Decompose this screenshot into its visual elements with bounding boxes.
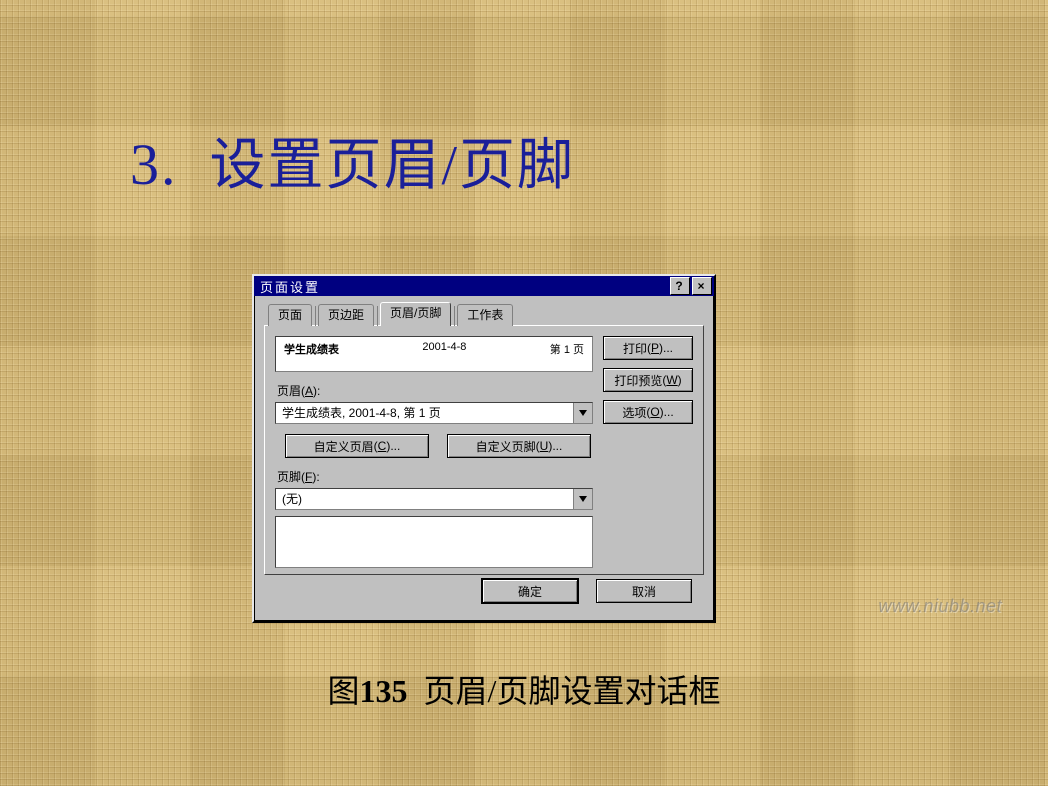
footer-combo-dropdown[interactable] — [573, 489, 592, 509]
close-icon: × — [697, 279, 706, 293]
cancel-button[interactable]: 取消 — [596, 579, 692, 603]
caption-number: 135 — [360, 673, 408, 709]
slide-heading: 3. 设置页眉/页脚 — [130, 120, 575, 201]
header-label: 页眉(A): — [277, 382, 593, 399]
dialog-titlebar[interactable]: 页面设置 ? × — [254, 276, 714, 296]
header-combobox[interactable]: 学生成绩表, 2001-4-8, 第 1 页 — [275, 402, 593, 424]
header-preview-left: 学生成绩表 — [284, 341, 339, 357]
custom-footer-button[interactable]: 自定义页脚(U)... — [447, 434, 591, 458]
tab-margins[interactable]: 页边距 — [318, 304, 374, 326]
dialog-title: 页面设置 — [260, 277, 320, 296]
tab-header-footer[interactable]: 页眉/页脚 — [380, 302, 451, 326]
page-setup-dialog: 页面设置 ? × 页面 页边距 页眉 — [252, 274, 716, 623]
chevron-down-icon — [579, 410, 587, 416]
custom-header-button[interactable]: 自定义页眉(C)... — [285, 434, 429, 458]
footer-combo-value: (无) — [276, 489, 573, 509]
figure-caption: 图135 页眉/页脚设置对话框 — [0, 666, 1048, 712]
tab-sheet[interactable]: 工作表 — [457, 304, 513, 326]
slide-background: 3. 设置页眉/页脚 页面设置 ? × 页面 页边距 — [0, 0, 1048, 786]
options-button[interactable]: 选项(O)... — [603, 400, 693, 424]
header-preview-center: 2001-4-8 — [339, 341, 550, 353]
tab-divider — [454, 306, 455, 326]
heading-text: 设置页眉/页脚 — [210, 135, 576, 197]
tab-divider — [377, 306, 378, 326]
caption-text: 页眉/页脚设置对话框 — [424, 673, 721, 709]
header-combo-dropdown[interactable] — [573, 403, 592, 423]
print-preview-button[interactable]: 打印预览(W) — [603, 368, 693, 392]
footer-combobox[interactable]: (无) — [275, 488, 593, 510]
help-button[interactable]: ? — [670, 277, 690, 295]
tab-panel: 学生成绩表 2001-4-8 第 1 页 页眉(A): 学生成绩表, 2001-… — [264, 325, 704, 575]
tab-page[interactable]: 页面 — [268, 304, 312, 326]
close-button[interactable]: × — [692, 277, 712, 295]
print-button[interactable]: 打印(P)... — [603, 336, 693, 360]
heading-number: 3. — [130, 132, 178, 197]
footer-label: 页脚(F): — [277, 468, 593, 485]
footer-preview — [275, 516, 593, 568]
help-icon: ? — [675, 279, 684, 293]
header-preview-right: 第 1 页 — [550, 341, 584, 357]
ok-button[interactable]: 确定 — [482, 579, 578, 603]
header-combo-value: 学生成绩表, 2001-4-8, 第 1 页 — [276, 403, 573, 423]
chevron-down-icon — [579, 496, 587, 502]
watermark: www.niubb.net — [878, 596, 1002, 617]
tab-divider — [315, 306, 316, 326]
header-preview: 学生成绩表 2001-4-8 第 1 页 — [275, 336, 593, 372]
tab-strip: 页面 页边距 页眉/页脚 工作表 — [264, 304, 704, 326]
caption-prefix: 图 — [328, 673, 360, 709]
